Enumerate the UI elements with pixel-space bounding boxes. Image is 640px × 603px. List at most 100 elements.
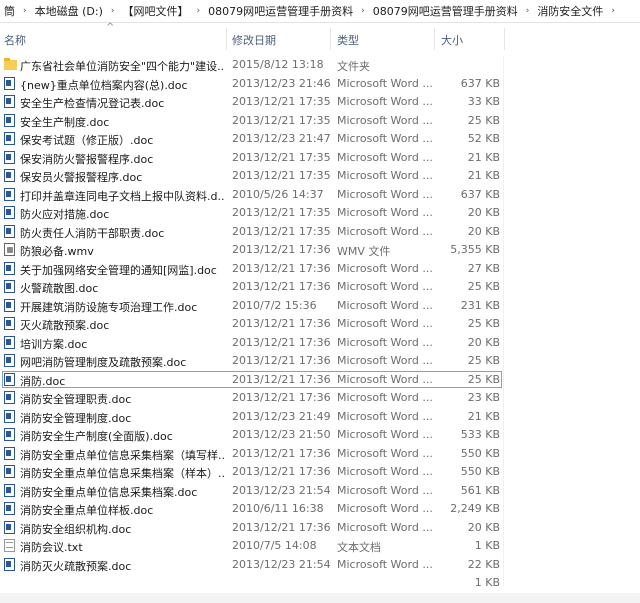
- file-type: Microsoft Word ...: [337, 187, 433, 201]
- file-size: 637 KB: [460, 187, 500, 201]
- file-date: 2013/12/21 17:35: [232, 206, 331, 219]
- breadcrumb-separator-icon[interactable]: ›: [19, 6, 31, 16]
- file-row[interactable]: 安全生产检查情况登记表.doc 2013/12/21 17:35 Microsoft…: [0, 93, 640, 111]
- file-row[interactable]: 打印并盖章连同电子文档上报中队资料.d... 2010/5/26 14:37 Mic…: [0, 186, 640, 204]
- file-type: Microsoft Word ...: [337, 520, 433, 534]
- breadcrumb-separator-icon[interactable]: ›: [522, 6, 534, 16]
- file-type: Microsoft Word ...: [337, 150, 433, 164]
- file-type: Microsoft Word ...: [337, 372, 433, 386]
- file-date: 2013/12/21 17:35: [232, 150, 331, 164]
- word-doc-icon: [4, 76, 15, 90]
- file-name: 安全生产制度.doc: [20, 115, 110, 129]
- file-name: 灭火疏散预案.doc: [20, 319, 110, 332]
- file-row[interactable]: 保安员火警报警程序.doc 2013/12/21 17:35 Microsoft W…: [0, 167, 640, 185]
- file-type: Microsoft Word ...: [337, 317, 433, 330]
- file-type: 文本文档: [337, 541, 381, 554]
- file-row[interactable]: 火警疏散图.doc 2013/12/21 17:36 Microsoft Word …: [0, 278, 640, 296]
- file-row[interactable]: 消防安全重点单位信息采集档案（样本）... 2013/12/21 17:36 Mic…: [0, 463, 640, 481]
- column-divider[interactable]: [226, 28, 227, 50]
- column-header-size[interactable]: 大小: [441, 32, 463, 48]
- file-name: 保安消防火警报警程序.doc: [20, 152, 154, 166]
- breadcrumb-item[interactable]: 【网吧文件】: [118, 3, 192, 19]
- file-name: 消防安全生产制度(全面版).doc: [20, 430, 173, 443]
- word-doc-icon: [4, 150, 15, 164]
- file-row[interactable]: 广东省社会单位消防安全"四个能力"建设... 2015/8/12 13:18 文件夹: [0, 56, 640, 74]
- file-row[interactable]: 消防.doc 2013/12/21 17:36 Microsoft Word ...…: [0, 370, 640, 389]
- file-date: 2010/7/5 14:08: [232, 539, 317, 552]
- file-type: Microsoft Word ...: [337, 428, 433, 441]
- file-name: 防火责任人消防干部职责.doc: [20, 226, 165, 240]
- column-divider[interactable]: [504, 28, 505, 50]
- breadcrumb-separator-icon[interactable]: ›: [357, 6, 369, 16]
- media-file-icon: [4, 243, 15, 256]
- breadcrumb-separator-icon[interactable]: ›: [607, 6, 619, 16]
- file-size: 21 KB: [467, 169, 500, 182]
- word-doc-icon: [4, 187, 15, 201]
- word-doc-icon: [4, 465, 15, 478]
- file-name: 消防灭火疏散预案.doc: [20, 559, 132, 573]
- file-row[interactable]: 消防灭火疏散预案.doc 2013/12/23 21:54 Microsoft Wo…: [0, 556, 640, 574]
- file-name: 消防安全管理职责.doc: [20, 393, 132, 406]
- file-type: Microsoft Word ...: [337, 132, 433, 145]
- breadcrumb-item[interactable]: 08079网吧运营管理手册资料: [204, 3, 357, 19]
- file-size: 20 KB: [467, 520, 500, 534]
- file-row[interactable]: 保安消防火警报警程序.doc 2013/12/21 17:35 Microsoft …: [0, 149, 640, 167]
- file-row[interactable]: 保安考试题（修正版）.doc 2013/12/23 21:47 Microsoft …: [0, 130, 640, 148]
- file-name: 保安考试题（修正版）.doc: [20, 134, 154, 147]
- file-row[interactable]: 消防安全组织机构.doc 2013/12/21 17:36 Microsoft Wo…: [0, 519, 640, 537]
- file-row[interactable]: 消防安全生产制度(全面版).doc 2013/12/23 21:50 Microso…: [0, 426, 640, 444]
- file-size: 1 KB: [474, 576, 500, 589]
- file-row[interactable]: 消防安全重点单位信息采集档案.doc 2013/12/23 21:54 Micros…: [0, 482, 640, 500]
- column-header-date[interactable]: 修改日期: [232, 32, 276, 48]
- file-type: Microsoft Word ...: [337, 502, 433, 515]
- file-type: Microsoft Word ...: [337, 298, 433, 312]
- file-row[interactable]: {new}重点单位档案内容(总).doc 2013/12/23 21:46 Micr…: [0, 75, 640, 93]
- file-name: 消防安全重点单位信息采集档案（填写样...: [20, 448, 225, 462]
- file-type: Microsoft Word ...: [337, 409, 433, 423]
- file-row[interactable]: 灭火疏散预案.doc 2013/12/21 17:36 Microsoft Word…: [0, 315, 640, 333]
- file-row[interactable]: 开展建筑消防设施专项治理工作.doc 2010/7/2 15:36 Microsof…: [0, 297, 640, 315]
- file-row[interactable]: 消防会议.txt 2010/7/5 14:08 文本文档 1 KB: [0, 537, 640, 555]
- file-row[interactable]: 消防安全管理制度.doc 2013/12/23 21:49 Microsoft Wo…: [0, 408, 640, 426]
- file-row[interactable]: 消防安全管理职责.doc 2013/12/21 17:36 Microsoft Wo…: [0, 389, 640, 407]
- file-row[interactable]: 防狼必备.wmv 2013/12/21 17:36 WMV 文件 5,355 KB: [0, 241, 640, 259]
- file-row[interactable]: 防火责任人消防干部职责.doc 2013/12/21 17:35 Microsoft…: [0, 223, 640, 241]
- word-doc-icon: [4, 224, 15, 238]
- column-divider[interactable]: [330, 28, 331, 50]
- file-row[interactable]: 网吧消防管理制度及疏散预案.doc 2013/12/21 17:36 Microso…: [0, 352, 640, 370]
- file-name: 广东省社会单位消防安全"四个能力"建设...: [20, 60, 225, 73]
- file-size: 25 KB: [467, 354, 500, 367]
- file-date: 2013/12/23 21:54: [232, 557, 331, 571]
- file-date: 2013/12/21 17:35: [232, 113, 331, 127]
- file-size: 550 KB: [460, 446, 500, 460]
- file-date: 2013/12/21 17:36: [232, 354, 331, 367]
- file-row[interactable]: 关于加强网络安全管理的通知[网监].doc 2013/12/21 17:36 Mic…: [0, 260, 640, 278]
- file-row[interactable]: 消防安全重点单位信息采集档案（填写样... 2013/12/21 17:36 Mic…: [0, 445, 640, 463]
- breadcrumb-item[interactable]: 本地磁盘 (D:): [31, 3, 107, 19]
- column-header-name[interactable]: 名称: [4, 32, 26, 48]
- file-name: 消防会议.txt: [20, 541, 83, 554]
- breadcrumb-item[interactable]: 筒: [0, 3, 19, 19]
- file-row[interactable]: 消防安全重点单位样板.doc 2010/6/11 16:38 Microsoft W…: [0, 500, 640, 518]
- column-header-type[interactable]: 类型: [337, 32, 359, 48]
- file-date: 2013/12/21 17:36: [232, 372, 331, 386]
- file-row[interactable]: 防火应对措施.doc 2013/12/21 17:35 Microsoft Word…: [0, 204, 640, 222]
- file-date: 2013/12/23 21:49: [232, 409, 331, 423]
- breadcrumb-item[interactable]: 消防安全文件: [533, 3, 607, 19]
- file-date: 2013/12/21 17:36: [232, 465, 331, 478]
- breadcrumb-separator-icon[interactable]: ›: [192, 6, 204, 16]
- file-type: WMV 文件: [337, 245, 391, 258]
- file-date: 2015/8/12 13:18: [232, 58, 324, 71]
- file-row[interactable]: 1 KB: [0, 574, 640, 592]
- column-divider[interactable]: [434, 28, 435, 50]
- file-type: Microsoft Word ...: [337, 280, 433, 293]
- file-date: 2013/12/21 17:35: [232, 224, 331, 238]
- breadcrumb-separator-icon[interactable]: ›: [107, 6, 119, 16]
- file-name: 消防安全重点单位信息采集档案（样本）...: [20, 467, 225, 480]
- breadcrumb-item[interactable]: 08079网吧运营管理手册资料: [369, 3, 522, 19]
- file-row[interactable]: 培训方案.doc 2013/12/21 17:36 Microsoft Word .…: [0, 334, 640, 352]
- file-date: 2010/5/26 14:37: [232, 187, 324, 201]
- file-row[interactable]: 安全生产制度.doc 2013/12/21 17:35 Microsoft Word…: [0, 112, 640, 130]
- file-size: 2,249 KB: [450, 502, 500, 515]
- file-name: 消防.doc: [20, 374, 66, 388]
